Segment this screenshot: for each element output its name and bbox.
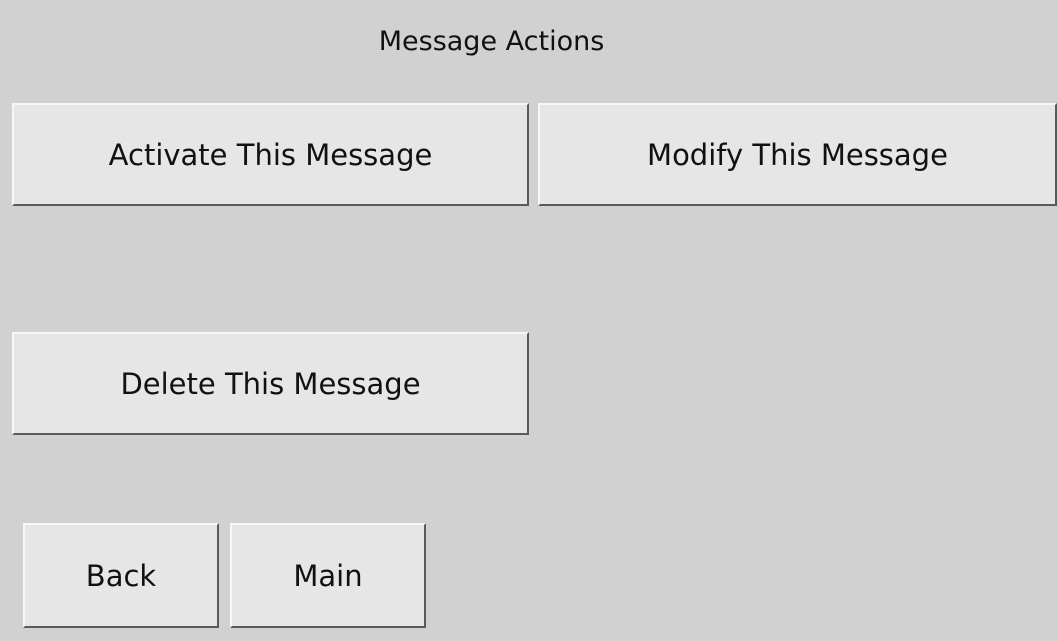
message-actions-screen: Message Actions Activate This Message Mo… — [0, 0, 1058, 641]
page-title: Message Actions — [378, 26, 605, 57]
modify-message-button[interactable]: Modify This Message — [538, 103, 1057, 206]
back-button[interactable]: Back — [23, 523, 219, 628]
activate-message-button[interactable]: Activate This Message — [12, 103, 529, 206]
delete-message-button[interactable]: Delete This Message — [12, 332, 529, 435]
modify-message-label: Modify This Message — [647, 137, 948, 172]
activate-message-label: Activate This Message — [108, 137, 433, 172]
back-label: Back — [85, 558, 157, 593]
main-button[interactable]: Main — [230, 523, 426, 628]
delete-message-label: Delete This Message — [120, 366, 421, 401]
main-label: Main — [293, 558, 363, 593]
